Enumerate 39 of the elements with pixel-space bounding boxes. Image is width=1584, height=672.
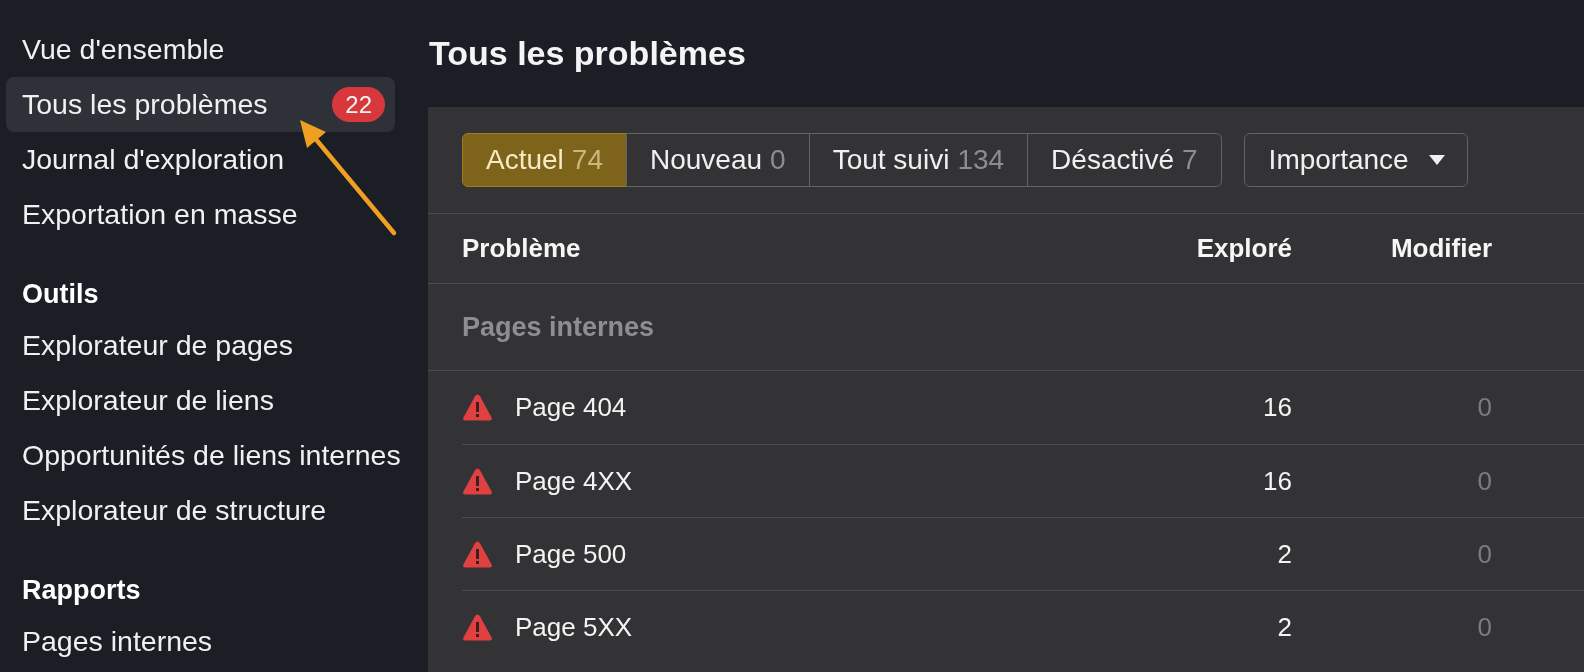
section-heading: Rapports [21, 573, 142, 607]
issue-name: Page 404 [515, 392, 627, 423]
sidebar-item[interactable]: Explorateur de structure [6, 483, 395, 538]
filter-tab[interactable]: Désactivé 7 [1027, 133, 1222, 187]
issue-name: Page 5XX [515, 611, 633, 643]
warning-icon [462, 612, 493, 642]
column-header: Exploré [1196, 233, 1292, 264]
caret-icon [1428, 155, 1445, 165]
warning-icon [462, 393, 493, 422]
sidebar-item[interactable]: Explorateur de liens [6, 373, 395, 428]
group-title: Pages internes [462, 311, 655, 343]
sidebar-item[interactable]: Pages internes [6, 614, 395, 669]
warning-icon [462, 466, 493, 496]
count-badge: 22 [332, 87, 385, 122]
crawled-count: 2 [1277, 611, 1292, 643]
filter-tab[interactable]: Actuel 74 [462, 133, 627, 187]
filter-tab[interactable]: Nouveau 0 [626, 133, 810, 187]
crawled-count: 16 [1263, 392, 1292, 423]
changed-count: 0 [1477, 392, 1492, 423]
sidebar-item[interactable]: Exportation en masse [6, 187, 395, 242]
sidebar-item[interactable]: Explorateur de pages [6, 318, 395, 373]
sidebar-item[interactable]: Tous les problèmes 22 [6, 77, 395, 132]
column-header: Modifier [1390, 233, 1492, 264]
filter-tab[interactable]: Tout suivi 134 [808, 133, 1029, 187]
issue-name: Page 500 [515, 538, 627, 570]
changed-count: 0 [1477, 611, 1492, 643]
sidebar-item[interactable]: Vue d'ensemble [6, 22, 395, 77]
sidebar-item[interactable]: Opportunités de liens internes [6, 428, 411, 483]
section-heading: Outils [21, 277, 100, 311]
changed-count: 0 [1477, 465, 1492, 497]
warning-icon [462, 539, 493, 569]
column-header: Problème [462, 233, 582, 264]
sort-dropdown[interactable]: Importance [1243, 133, 1468, 187]
issue-name: Page 4XX [515, 465, 633, 497]
crawled-count: 2 [1277, 538, 1292, 570]
changed-count: 0 [1477, 538, 1492, 570]
crawled-count: 16 [1263, 465, 1292, 497]
sidebar-item[interactable]: Journal d'exploration [6, 132, 395, 187]
page-title: Tous les problèmes [429, 34, 746, 73]
